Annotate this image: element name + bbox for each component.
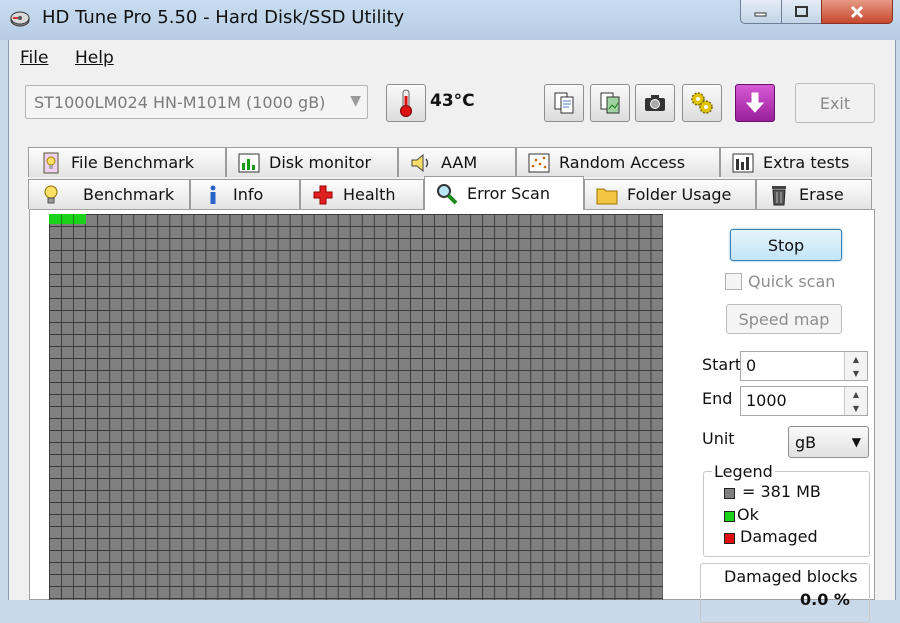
tab-health-label: Health — [343, 185, 396, 204]
tab-folder-usage-label: Folder Usage — [627, 185, 732, 204]
spin-up-icon[interactable]: ▲ — [853, 390, 859, 399]
stop-button[interactable]: Stop — [730, 229, 842, 261]
unit-select-value: gB — [795, 433, 817, 452]
unit-label: Unit — [702, 429, 735, 448]
tab-error-scan-label: Error Scan — [467, 184, 550, 203]
tab-folder-usage[interactable]: Folder Usage — [584, 179, 756, 209]
spin-down-icon[interactable]: ▼ — [853, 404, 859, 413]
red-cross-icon — [313, 185, 333, 204]
tab-random-access-label: Random Access — [559, 153, 686, 172]
start-label: Start — [702, 355, 742, 374]
trash-icon — [772, 185, 786, 205]
legend-damaged: Damaged — [740, 527, 818, 546]
temperature-button[interactable] — [386, 84, 426, 122]
tab-disk-monitor[interactable]: Disk monitor — [226, 147, 398, 177]
hdtune-app-icon — [10, 9, 30, 29]
tab-info-label: Info — [233, 185, 264, 204]
legend-title: Legend — [712, 462, 775, 481]
tab-file-benchmark-label: File Benchmark — [71, 153, 194, 172]
end-label: End — [702, 389, 733, 408]
clipboard-icon — [600, 92, 620, 114]
drive-select-value: ST1000LM024 HN-M101M (1000 gB) — [34, 93, 326, 112]
copy-icon — [554, 92, 574, 114]
legend-swatch-ok — [724, 511, 735, 522]
screenshot-button[interactable] — [635, 84, 675, 122]
menu-file-label: File — [20, 48, 49, 68]
tab-extra-tests[interactable]: Extra tests — [720, 147, 872, 177]
quick-scan-label: Quick scan — [748, 272, 836, 291]
info-icon — [210, 185, 216, 204]
tab-health[interactable]: Health — [300, 179, 424, 209]
spin-down-icon[interactable]: ▼ — [853, 369, 859, 378]
copy-info-button[interactable] — [544, 84, 584, 122]
legend-swatch-damaged — [724, 533, 735, 544]
camera-icon — [645, 95, 665, 111]
damaged-blocks-title: Damaged blocks — [724, 567, 858, 586]
speaker-icon — [411, 153, 429, 172]
menu-bar: File Help — [8, 43, 894, 73]
tab-aam-label: AAM — [441, 153, 478, 172]
block-divider — [61, 214, 62, 224]
chevron-down-icon: ▼ — [851, 435, 861, 449]
tab-erase[interactable]: Erase — [756, 179, 872, 209]
tab-error-scan[interactable]: Error Scan — [424, 176, 584, 210]
tab-benchmark-label: Benchmark — [83, 185, 175, 204]
speed-map-button[interactable]: Speed map — [726, 304, 842, 334]
tab-erase-label: Erase — [799, 185, 844, 204]
tab-benchmark[interactable]: Benchmark — [28, 179, 190, 209]
menu-help[interactable]: Help — [75, 48, 114, 68]
start-value: 0 — [746, 356, 757, 375]
tab-file-benchmark[interactable]: File Benchmark — [28, 147, 226, 177]
drive-select[interactable]: ST1000LM024 HN-M101M (1000 gB) ▼ — [25, 85, 368, 119]
unit-select[interactable]: gB ▼ — [788, 426, 869, 458]
options-button[interactable] — [682, 84, 722, 122]
tab-disk-monitor-label: Disk monitor — [269, 153, 372, 172]
temperature-readout: 43°C — [430, 91, 475, 111]
random-access-icon — [528, 153, 550, 172]
end-stepper[interactable]: 1000 ▲ ▼ — [740, 386, 868, 416]
file-benchmark-icon — [43, 152, 59, 173]
start-stepper[interactable]: 0 ▲ ▼ — [740, 351, 868, 381]
maximize-button[interactable] — [781, 0, 822, 24]
magnifier-icon — [437, 183, 458, 204]
exit-button[interactable]: Exit — [795, 83, 875, 123]
save-button[interactable] — [735, 84, 775, 122]
thermometer-icon — [400, 89, 412, 117]
tab-random-access[interactable]: Random Access — [516, 147, 720, 177]
tab-aam[interactable]: AAM — [398, 147, 516, 177]
block-divider — [73, 214, 74, 224]
block-map-grid — [49, 214, 663, 600]
download-arrow-icon — [745, 92, 765, 113]
quick-scan-checkbox[interactable] — [725, 273, 742, 290]
menu-help-label: Help — [75, 48, 114, 68]
minimize-button[interactable] — [740, 0, 782, 24]
gears-icon — [691, 92, 713, 114]
extra-tests-icon — [732, 153, 754, 172]
legend-ok: Ok — [737, 505, 759, 524]
legend-block-size: = 381 MB — [742, 482, 821, 501]
tab-info[interactable]: Info — [190, 179, 300, 209]
copy-screenshot-button[interactable] — [590, 84, 630, 122]
end-value: 1000 — [746, 391, 787, 410]
spin-up-icon[interactable]: ▲ — [853, 355, 859, 364]
close-button[interactable] — [821, 0, 893, 24]
menu-file[interactable]: File — [20, 48, 48, 68]
legend-swatch-block — [724, 488, 735, 499]
tab-extra-tests-label: Extra tests — [763, 153, 850, 172]
lightbulb-icon — [44, 185, 58, 203]
chevron-down-icon: ▼ — [350, 93, 361, 109]
disk-monitor-icon — [238, 153, 260, 172]
window-title: HD Tune Pro 5.50 - Hard Disk/SSD Utility — [42, 7, 405, 28]
block-ok — [49, 214, 86, 224]
folder-icon — [596, 188, 618, 204]
